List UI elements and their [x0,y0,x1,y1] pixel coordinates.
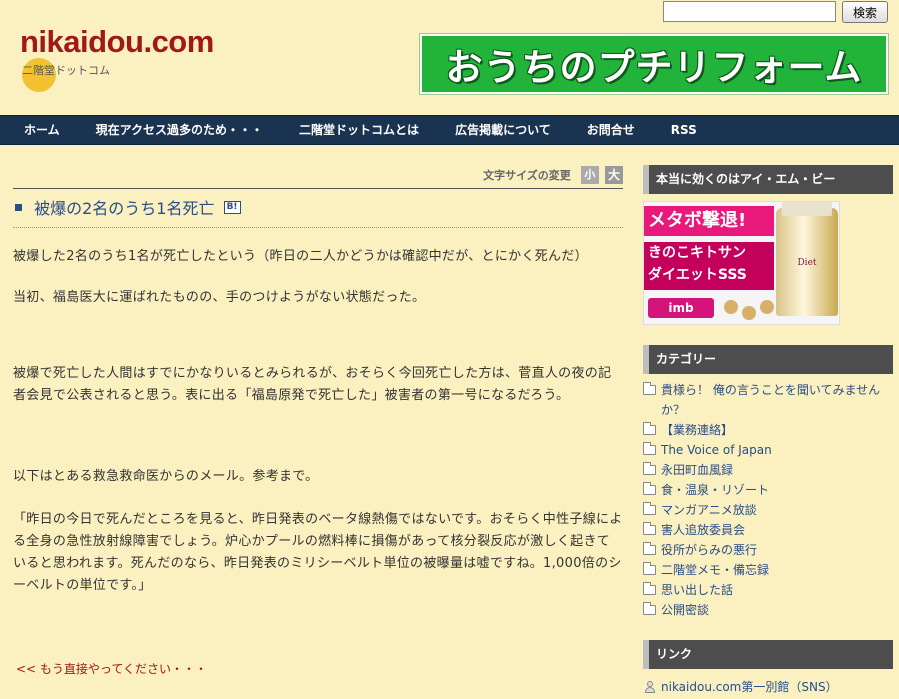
category-heading: カテゴリー [643,345,893,374]
font-small-button[interactable]: 小 [580,165,599,184]
folder-icon [643,502,656,515]
category-label: 永田町血風録 [661,463,734,477]
nav-item-rss[interactable]: RSS [653,116,715,144]
category-item[interactable]: 思い出した話 [643,580,893,600]
main-nav: ホーム 現在アクセス過多のため・・・ 二階堂ドットコムとは 広告掲載について お… [0,115,899,145]
reform-banner-ad[interactable]: おうちのプチリフォーム [420,34,888,94]
nav-item-advertise[interactable]: 広告掲載について [437,116,569,144]
imb-diet-ad[interactable]: メタボ撃退! きのこキトサン ダイエットSSS imb Diet [643,201,840,325]
category-label: マンガアニメ放談 [661,503,757,517]
font-size-label: 文字サイズの変更 [483,168,571,182]
category-item[interactable]: 公開密談 [643,600,893,620]
folder-icon [643,462,656,475]
folder-icon [643,602,656,615]
post-paragraph: 「昨日の今日で死んだところを見ると、昨日発表のベータ線熱傷ではないです。おそらく… [13,512,623,593]
category-item[interactable]: 害人追放委員会 [643,520,893,540]
folder-icon [643,542,656,555]
post-paragraph: 被爆で死亡した人間はすでにかなりいるとみられるが、おそらく今回死亡した方は、菅直… [13,366,612,403]
nav-item-access[interactable]: 現在アクセス過多のため・・・ [78,116,281,144]
person-icon [645,681,655,693]
imb-logo: imb [648,298,714,318]
post-paragraph: 被爆した2名のうち1名が死亡したという（昨日の二人かどうかは確認中だが、とにかく… [13,249,588,264]
category-label: 思い出した話 [661,583,734,597]
banner-text: おうちのプチリフォーム [445,46,863,89]
category-label: 公開密談 [661,603,710,617]
folder-icon [643,382,656,395]
folder-icon [643,522,656,535]
folder-icon [643,422,656,435]
bottle-cap [782,202,832,216]
supplement-pill-icon [742,306,756,320]
previous-post-link[interactable]: << もう直接やってください・・・ [16,660,207,677]
link-label: nikaidou.com第一別館（SNS） [661,680,838,694]
category-item[interactable]: 食・温泉・リゾート [643,480,893,500]
post-title-text[interactable]: 被爆の2名のうち1名死亡 [34,199,214,218]
category-item[interactable]: 貴様ら！ 俺の言うことを聞いてみませんか？ [643,380,893,420]
nav-item-contact[interactable]: お問合せ [569,116,653,144]
link-heading: リンク [643,640,893,669]
ad-product-line: きのこキトサン [648,245,746,261]
nav-item-about[interactable]: 二階堂ドットコムとは [281,116,437,144]
folder-icon [643,442,656,455]
post-paragraph: 当初、福島医大に運ばれたものの、手のつけようがない状態だった。 [13,290,426,305]
ad-headline: メタボ撃退! [644,206,774,236]
category-label: 【業務連絡】 [661,423,734,437]
logo-text: nikaidou.com [20,24,214,59]
hatena-bookmark-icon[interactable]: B! [223,200,241,214]
category-item[interactable]: 二階堂メモ・備忘録 [643,560,893,580]
site-header: nikaidou.com 二階堂ドットコム 検索 おうちのプチリフォーム [0,0,899,115]
category-label: 二階堂メモ・備忘録 [661,563,770,577]
category-item[interactable]: 【業務連絡】 [643,420,893,440]
category-label: 貴様ら！ 俺の言うことを聞いてみませんか？ [661,383,881,417]
folder-icon [643,562,656,575]
category-item[interactable]: マンガアニメ放談 [643,500,893,520]
search-button[interactable]: 検索 [842,1,888,23]
post-title: 被爆の2名のうち1名死亡 B! [13,188,623,228]
category-label: 食・温泉・リゾート [661,483,770,497]
folder-icon [643,582,656,595]
supplement-pill-icon [760,300,774,314]
font-big-button[interactable]: 大 [605,165,623,184]
font-size-controls: 文字サイズの変更 小 大 [13,164,623,186]
ad-product-name: きのこキトサン ダイエットSSS [644,242,774,290]
ad-product-line: ダイエットSSS [648,267,747,283]
sidebar-ad-heading: 本当に効くのはアイ・エム・ビー [643,165,893,194]
post-paragraph: 以下はとある救急救命医からのメール。参考まで。 [13,469,319,484]
category-item[interactable]: 役所がらみの悪行 [643,540,893,560]
supplement-pill-icon [724,300,738,314]
bottle-label: Diet [797,258,817,268]
category-item[interactable]: The Voice of Japan [643,440,893,460]
category-item[interactable]: 永田町血風録 [643,460,893,480]
link-item-sns[interactable]: nikaidou.com第一別館（SNS） [643,677,893,697]
logo-subtitle: 二階堂ドットコム [22,64,110,77]
search-input[interactable] [663,1,836,22]
category-list: 貴様ら！ 俺の言うことを聞いてみませんか？ 【業務連絡】 The Voice o… [643,380,893,620]
title-bullet-icon [15,203,22,211]
site-logo[interactable]: nikaidou.com 二階堂ドットコム [20,24,214,92]
category-label: 役所がらみの悪行 [661,543,758,557]
folder-icon [643,482,656,495]
category-label: The Voice of Japan [661,443,772,457]
nav-item-home[interactable]: ホーム [0,116,78,144]
category-label: 害人追放委員会 [661,523,746,537]
